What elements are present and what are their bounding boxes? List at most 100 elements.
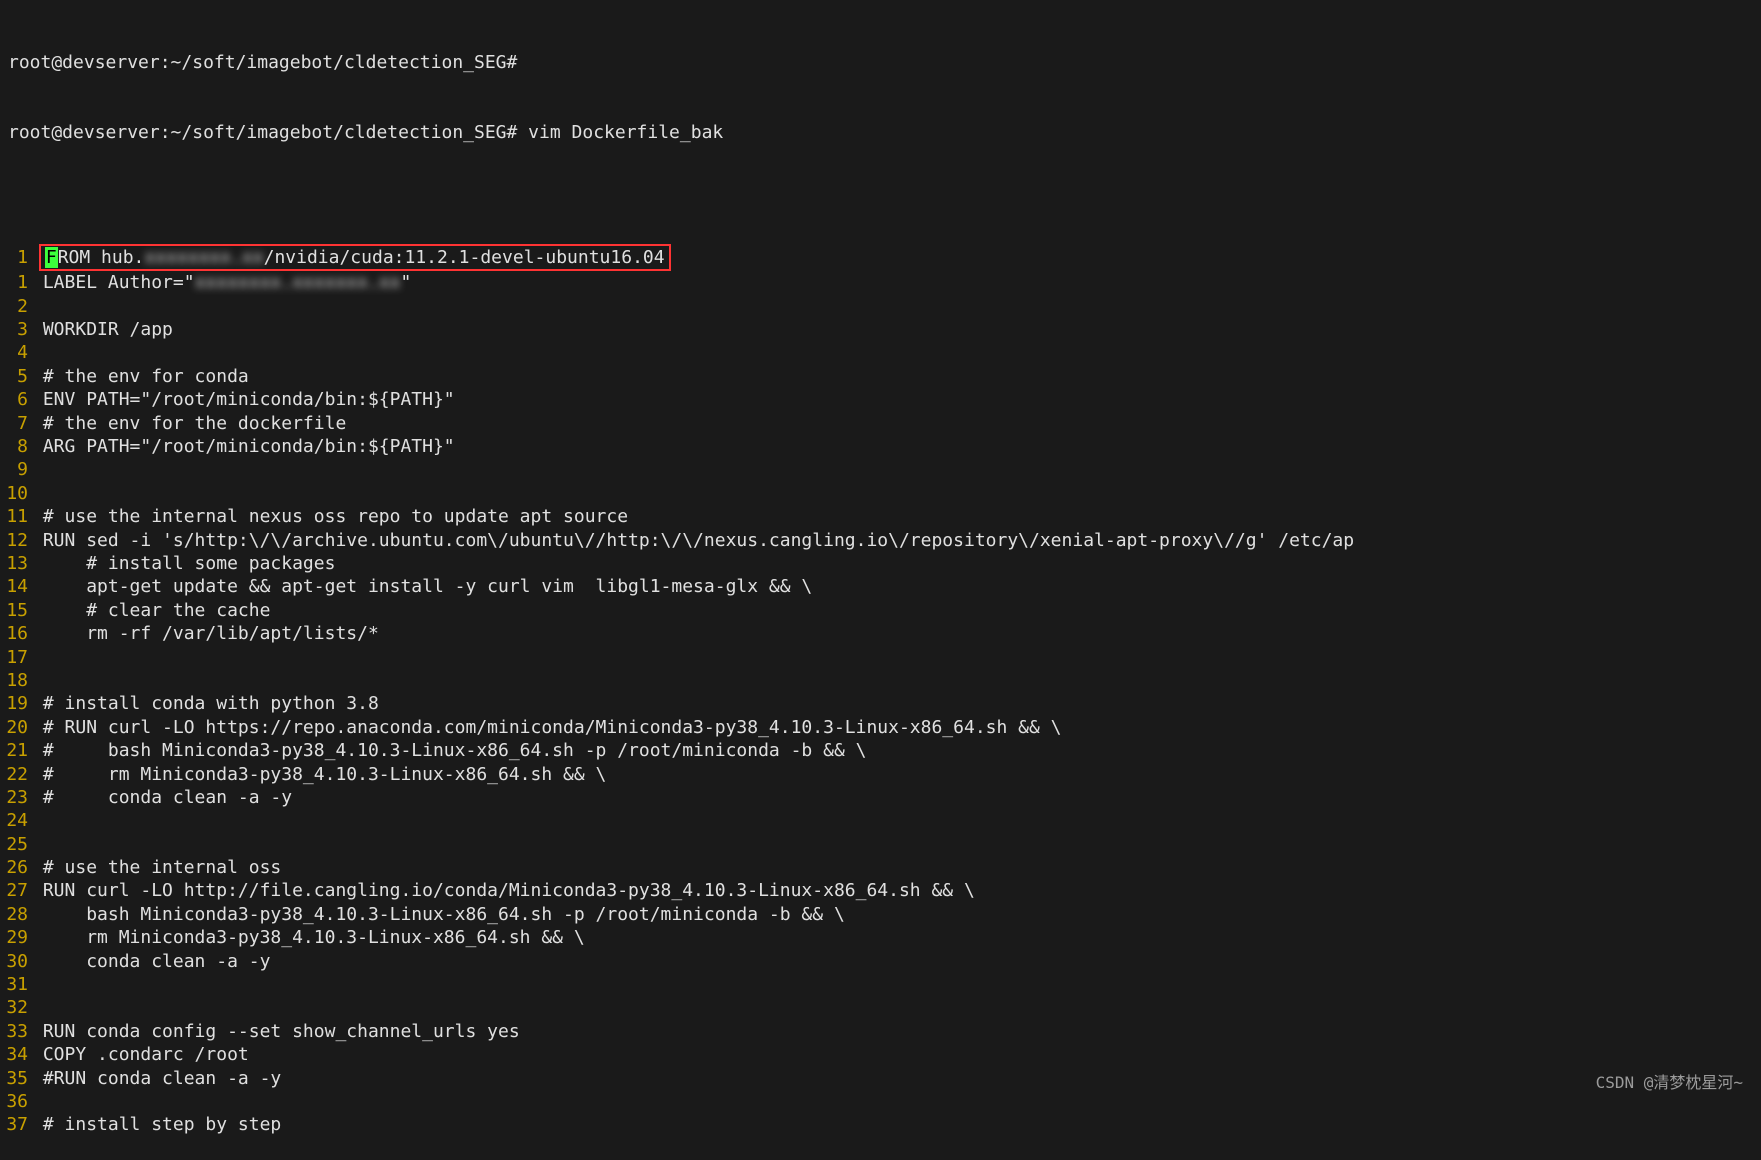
code-line: 11 # use the internal nexus oss repo to … [0, 505, 1761, 528]
line-number: 27 [0, 879, 32, 902]
code-line: 10 [0, 482, 1761, 505]
code-line: 13 # install some packages [0, 552, 1761, 575]
code-line: 22 # rm Miniconda3-py38_4.10.3-Linux-x86… [0, 763, 1761, 786]
line-number: 17 [0, 646, 32, 669]
line-number: 19 [0, 692, 32, 715]
line-number: 37 [0, 1113, 32, 1136]
line-content: # the env for the dockerfile [43, 412, 1761, 435]
line-number: 15 [0, 599, 32, 622]
code-line: 24 [0, 809, 1761, 832]
code-line: 30 conda clean -a -y [0, 950, 1761, 973]
line-number: 33 [0, 1020, 32, 1043]
line-content: COPY .condarc /root [43, 1043, 1761, 1066]
terminal[interactable]: root@devserver:~/soft/imagebot/cldetecti… [0, 4, 1761, 1160]
code-line: 1 LABEL Author="xxxxxxxx.xxxxxxx.xx" [0, 271, 1761, 294]
line-content: RUN conda config --set show_channel_urls… [43, 1020, 1761, 1043]
code-line: 36 [0, 1090, 1761, 1113]
line-number: 22 [0, 763, 32, 786]
line-number: 13 [0, 552, 32, 575]
line-number: 1 [0, 271, 32, 294]
code-line: 1 FROM hub.xxxxxxxx.xx/nvidia/cuda:11.2.… [0, 244, 1761, 271]
line-number: 30 [0, 950, 32, 973]
line-number: 9 [0, 458, 32, 481]
line-content: ENV PATH="/root/miniconda/bin:${PATH}" [43, 388, 1761, 411]
line-number: 25 [0, 833, 32, 856]
line-content: ARG PATH="/root/miniconda/bin:${PATH}" [43, 435, 1761, 458]
code-line: 3 WORKDIR /app [0, 318, 1761, 341]
code-line: 32 [0, 996, 1761, 1019]
line-content: # the env for conda [43, 365, 1761, 388]
vim-cursor: F [45, 247, 58, 268]
line-number: 4 [0, 341, 32, 364]
line-content: bash Miniconda3-py38_4.10.3-Linux-x86_64… [43, 903, 1761, 926]
line-number: 28 [0, 903, 32, 926]
line-content: RUN sed -i 's/http:\/\/archive.ubuntu.co… [43, 529, 1761, 552]
code-line: 28 bash Miniconda3-py38_4.10.3-Linux-x86… [0, 903, 1761, 926]
code-line: 2 [0, 295, 1761, 318]
code-line: 27 RUN curl -LO http://file.cangling.io/… [0, 879, 1761, 902]
line-content: rm Miniconda3-py38_4.10.3-Linux-x86_64.s… [43, 926, 1761, 949]
code-line: 17 [0, 646, 1761, 669]
line-number: 10 [0, 482, 32, 505]
code-line: 4 [0, 341, 1761, 364]
code-line: 9 [0, 458, 1761, 481]
code-line: 12 RUN sed -i 's/http:\/\/archive.ubuntu… [0, 529, 1761, 552]
line-number: 29 [0, 926, 32, 949]
line-number: 1 [0, 246, 32, 269]
line-content: # install some packages [43, 552, 1761, 575]
line-number: 21 [0, 739, 32, 762]
line-number: 2 [0, 295, 32, 318]
line-content: # use the internal nexus oss repo to upd… [43, 505, 1761, 528]
code-line: 25 [0, 833, 1761, 856]
line-number: 31 [0, 973, 32, 996]
code-line: 26 # use the internal oss [0, 856, 1761, 879]
code-line: 14 apt-get update && apt-get install -y … [0, 575, 1761, 598]
code-line: 20 # RUN curl -LO https://repo.anaconda.… [0, 716, 1761, 739]
line-number: 23 [0, 786, 32, 809]
line-content: # install conda with python 3.8 [43, 692, 1761, 715]
code-line: 35 #RUN conda clean -a -y [0, 1067, 1761, 1090]
line-content: apt-get update && apt-get install -y cur… [43, 575, 1761, 598]
line-content: #RUN conda clean -a -y [43, 1067, 1761, 1090]
line-content: FROM hub.xxxxxxxx.xx/nvidia/cuda:11.2.1-… [43, 244, 1761, 271]
line-number: 32 [0, 996, 32, 1019]
line-content: LABEL Author="xxxxxxxx.xxxxxxx.xx" [43, 271, 1761, 294]
line-number: 11 [0, 505, 32, 528]
shell-prompt-2: root@devserver:~/soft/imagebot/cldetecti… [0, 121, 1761, 144]
code-line: 16 rm -rf /var/lib/apt/lists/* [0, 622, 1761, 645]
shell-prompt-1: root@devserver:~/soft/imagebot/cldetecti… [0, 51, 1761, 74]
line-content: RUN curl -LO http://file.cangling.io/con… [43, 879, 1761, 902]
line-number: 12 [0, 529, 32, 552]
highlighted-from-line: FROM hub.xxxxxxxx.xx/nvidia/cuda:11.2.1-… [39, 244, 671, 271]
line-number: 14 [0, 575, 32, 598]
line-number: 7 [0, 412, 32, 435]
vim-editor-area[interactable]: 1 FROM hub.xxxxxxxx.xx/nvidia/cuda:11.2.… [0, 244, 1761, 1137]
line-number: 24 [0, 809, 32, 832]
code-line: 8 ARG PATH="/root/miniconda/bin:${PATH}" [0, 435, 1761, 458]
line-number: 18 [0, 669, 32, 692]
line-content: # RUN curl -LO https://repo.anaconda.com… [43, 716, 1761, 739]
code-line: 6 ENV PATH="/root/miniconda/bin:${PATH}" [0, 388, 1761, 411]
line-content: WORKDIR /app [43, 318, 1761, 341]
code-line: 18 [0, 669, 1761, 692]
line-number: 6 [0, 388, 32, 411]
code-line: 23 # conda clean -a -y [0, 786, 1761, 809]
line-number: 34 [0, 1043, 32, 1066]
line-number: 36 [0, 1090, 32, 1113]
line-content: # clear the cache [43, 599, 1761, 622]
code-line: 31 [0, 973, 1761, 996]
line-number: 8 [0, 435, 32, 458]
line-content: # install step by step [43, 1113, 1761, 1136]
line-number: 35 [0, 1067, 32, 1090]
code-line: 7 # the env for the dockerfile [0, 412, 1761, 435]
line-content: # bash Miniconda3-py38_4.10.3-Linux-x86_… [43, 739, 1761, 762]
line-content: # conda clean -a -y [43, 786, 1761, 809]
code-line: 33 RUN conda config --set show_channel_u… [0, 1020, 1761, 1043]
redacted-registry-host: xxxxxxxx.xx [144, 246, 263, 269]
code-line: 29 rm Miniconda3-py38_4.10.3-Linux-x86_6… [0, 926, 1761, 949]
code-line: 34 COPY .condarc /root [0, 1043, 1761, 1066]
line-content: # rm Miniconda3-py38_4.10.3-Linux-x86_64… [43, 763, 1761, 786]
code-line: 37 # install step by step [0, 1113, 1761, 1136]
code-line: 19 # install conda with python 3.8 [0, 692, 1761, 715]
redacted-text: xxxxxxxx.xxxxxxx.xx [195, 271, 401, 294]
